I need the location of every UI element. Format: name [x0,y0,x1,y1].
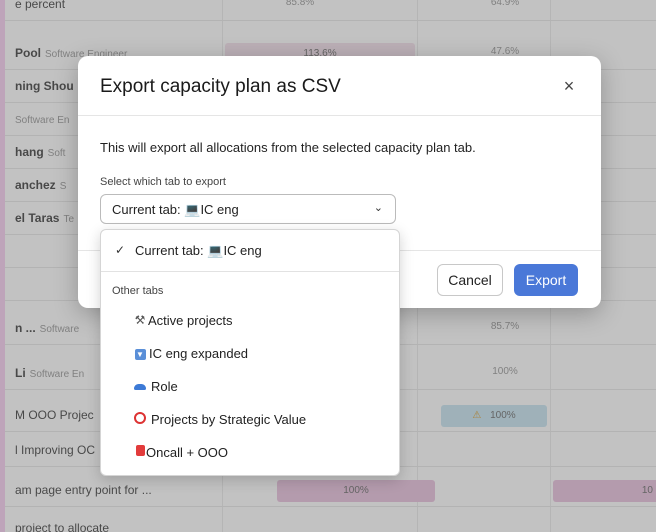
option-label: Active projects [148,313,233,328]
option-group-label: Other tabs [112,285,164,297]
dropdown-option-oncall-ooo[interactable]: Oncall + OOO [101,440,399,468]
dropdown-option-current[interactable]: ✓ Current tab: 💻IC eng [101,238,399,266]
alarm-icon [133,445,147,459]
export-button[interactable]: Export [514,264,578,296]
target-icon [133,412,147,427]
check-icon: ✓ [115,243,126,257]
dropdown-option-active-projects[interactable]: ⚒ Active projects [101,308,399,336]
modal-description: This will export all allocations from th… [100,140,476,155]
option-label: Oncall + OOO [146,445,228,460]
option-label: Role [151,379,178,394]
expand-icon: ▼ [134,349,146,360]
select-value: Current tab: 💻IC eng [112,202,239,217]
modal-title: Export capacity plan as CSV [100,76,341,97]
select-label: Select which tab to export [100,176,226,188]
cap-icon [133,379,147,393]
tab-select-dropdown: ✓ Current tab: 💻IC eng Other tabs ⚒ Acti… [100,229,400,476]
option-label: Projects by Strategic Value [151,412,307,427]
close-icon[interactable]: × [557,74,581,98]
option-label: IC eng expanded [149,346,249,361]
hammer-icon: ⚒ [134,313,146,327]
cancel-button[interactable]: Cancel [437,264,503,296]
dropdown-option-role[interactable]: Role [101,374,399,402]
divider [101,271,399,272]
option-label: Current tab: 💻IC eng [135,243,262,258]
dropdown-option-projects-by-strategic-value[interactable]: Projects by Strategic Value [101,407,399,435]
chevron-down-icon: ⌄ [373,202,383,214]
tab-select[interactable]: Current tab: 💻IC eng ⌄ [100,194,396,224]
dropdown-option-ic-eng-expanded[interactable]: ▼ IC eng expanded [101,341,399,369]
divider [78,115,601,116]
